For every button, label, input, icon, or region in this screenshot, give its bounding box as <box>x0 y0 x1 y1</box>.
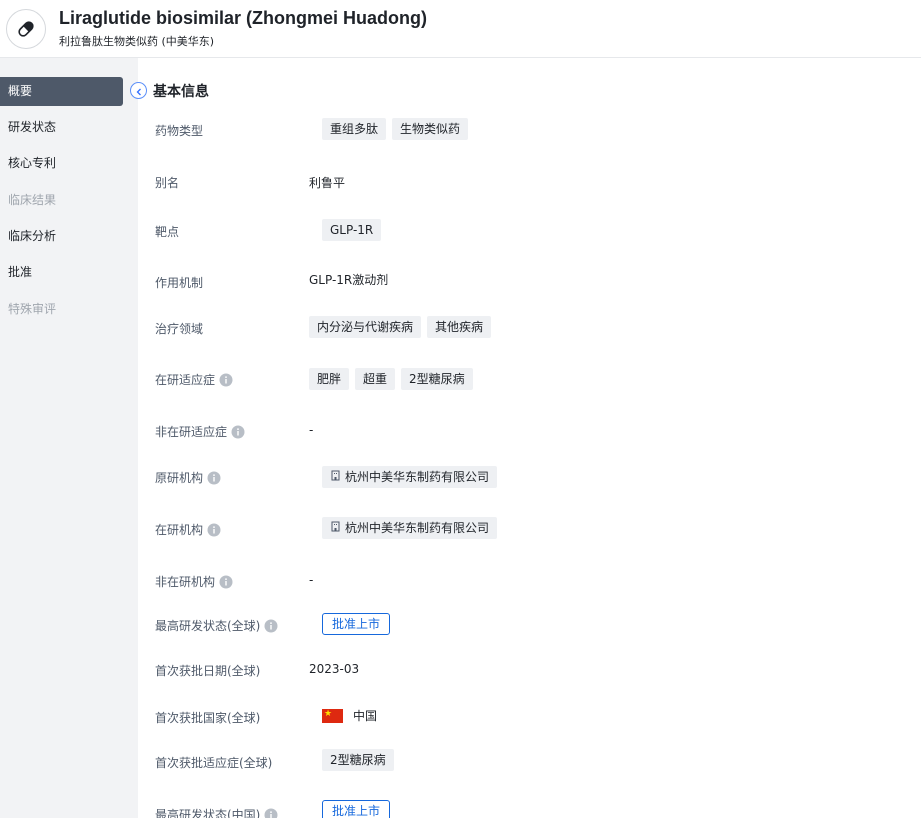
sidebar-item-core-patents[interactable]: 核心专利 <box>0 149 123 178</box>
tag-therapeutic-area[interactable]: 内分泌与代谢疾病 <box>309 316 422 338</box>
status-badge: 批准上市 <box>322 613 391 635</box>
field-value-therapeutic-area: 内分泌与代谢疾病 其他疾病 <box>309 316 492 338</box>
field-label-first-approval-country: 首次获批国家(全球) <box>155 711 261 725</box>
page-header: Liraglutide biosimilar (Zhongmei Huadong… <box>0 0 921 58</box>
tag-indication[interactable]: 肥胖 <box>309 368 350 390</box>
tag-drug-type[interactable]: 重组多肽 <box>322 118 387 140</box>
field-value-target: GLP-1R <box>322 219 382 241</box>
field-value-drug-type: 重组多肽 生物类似药 <box>322 118 469 140</box>
tag-drug-type[interactable]: 生物类似药 <box>392 118 469 140</box>
field-value-inactive-org: - <box>309 573 314 587</box>
sidebar-item-approval[interactable]: 批准 <box>0 258 123 287</box>
info-icon[interactable] <box>219 575 233 589</box>
china-flag-icon: ★ <box>322 708 343 723</box>
field-value-highest-phase-global: 批准上市 <box>322 613 391 635</box>
field-value-first-approval-date: 2023-03 <box>309 662 360 676</box>
field-label-first-approval-date: 首次获批日期(全球) <box>155 664 261 678</box>
status-badge: 批准上市 <box>322 800 391 818</box>
tag-indication[interactable]: 超重 <box>355 368 396 390</box>
field-label-target: 靶点 <box>155 225 180 239</box>
field-value-highest-phase-china: 批准上市 <box>322 800 391 818</box>
pill-icon <box>6 9 46 49</box>
chevron-left-icon <box>135 81 143 100</box>
tag-indication[interactable]: 2型糖尿病 <box>401 368 473 390</box>
field-label-alias: 别名 <box>155 176 180 190</box>
org-link[interactable]: 杭州中美华东制药有限公司 <box>322 517 498 539</box>
field-label-active-org: 在研机构 <box>155 521 221 538</box>
drug-title: Liraglutide biosimilar (Zhongmei Huadong… <box>59 8 427 28</box>
field-label-inactive-indication: 非在研适应症 <box>155 423 245 440</box>
sidebar-item-rd-status[interactable]: 研发状态 <box>0 113 123 142</box>
field-label-highest-phase-china: 最高研发状态(中国) <box>155 806 278 818</box>
info-icon[interactable] <box>264 619 278 633</box>
field-value-mechanism: GLP-1R激动剂 <box>309 273 389 287</box>
section-title-basic-info: 基本信息 <box>153 84 209 100</box>
building-icon <box>330 517 341 539</box>
sidebar-item-special-review: 特殊审评 <box>8 302 57 316</box>
field-value-originator: 杭州中美华东制药有限公司 <box>322 466 498 488</box>
drug-subtitle: 利拉鲁肽生物类似药 (中美华东) <box>59 35 215 48</box>
tag-indication[interactable]: 2型糖尿病 <box>322 749 394 771</box>
info-icon[interactable] <box>219 373 233 387</box>
building-icon <box>330 466 341 488</box>
tag-therapeutic-area[interactable]: 其他疾病 <box>427 316 492 338</box>
tag-target[interactable]: GLP-1R <box>322 219 382 241</box>
info-icon[interactable] <box>231 425 245 439</box>
org-link[interactable]: 杭州中美华东制药有限公司 <box>322 466 498 488</box>
field-label-active-indication: 在研适应症 <box>155 371 233 388</box>
field-label-originator: 原研机构 <box>155 469 221 486</box>
field-label-first-approval-indication: 首次获批适应症(全球) <box>155 756 273 770</box>
field-value-inactive-indication: - <box>309 423 314 437</box>
info-icon[interactable] <box>207 523 221 537</box>
info-icon[interactable] <box>207 471 221 485</box>
field-value-first-approval-indication: 2型糖尿病 <box>322 749 394 771</box>
field-label-mechanism: 作用机制 <box>155 276 204 290</box>
sidebar-item-clinical-results: 临床结果 <box>8 193 57 207</box>
sidebar-item-overview[interactable]: 概要 <box>0 77 123 106</box>
field-label-inactive-org: 非在研机构 <box>155 573 233 590</box>
field-value-active-org: 杭州中美华东制药有限公司 <box>322 517 498 539</box>
sidebar-collapse-button[interactable] <box>130 82 147 99</box>
field-value-active-indication: 肥胖 超重 2型糖尿病 <box>309 368 473 390</box>
field-label-highest-phase-global: 最高研发状态(全球) <box>155 617 278 634</box>
sidebar-nav: 概要 研发状态 核心专利 临床结果 临床分析 批准 特殊审评 <box>0 58 138 818</box>
info-icon[interactable] <box>264 808 278 818</box>
field-label-therapeutic-area: 治疗领域 <box>155 322 204 336</box>
field-label-drug-type: 药物类型 <box>155 124 204 138</box>
field-value-first-approval-country: ★ 中国 <box>322 708 378 723</box>
field-value-alias: 利鲁平 <box>309 176 346 190</box>
sidebar-item-clinical-analysis[interactable]: 临床分析 <box>0 222 123 251</box>
